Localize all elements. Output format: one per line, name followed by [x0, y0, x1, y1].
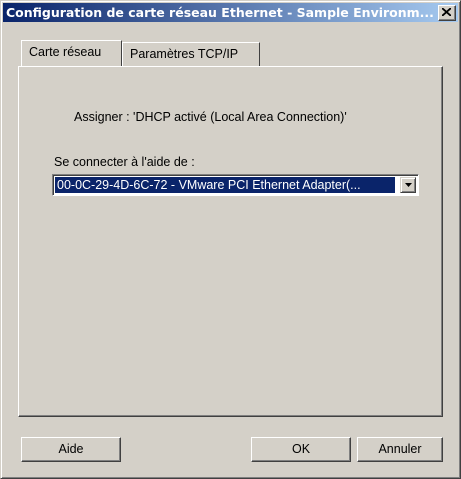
close-button[interactable] [438, 5, 456, 21]
connect-using-label: Se connecter à l'aide de : [54, 155, 195, 169]
tab-panel: Assigner : 'DHCP activé (Local Area Conn… [18, 66, 443, 417]
chevron-down-icon [405, 183, 412, 187]
ok-button[interactable]: OK [251, 437, 351, 462]
cancel-button[interactable]: Annuler [357, 437, 443, 462]
close-icon [442, 8, 451, 16]
adapter-select-value: 00-0C-29-4D-6C-72 - VMware PCI Ethernet … [55, 177, 395, 193]
tab-network-card[interactable]: Carte réseau [21, 40, 122, 66]
dialog-window: Configuration de carte réseau Ethernet -… [0, 0, 461, 479]
assign-text: Assigner : 'DHCP activé (Local Area Conn… [74, 110, 347, 124]
adapter-dropdown-button[interactable] [400, 177, 416, 193]
adapter-select[interactable]: 00-0C-29-4D-6C-72 - VMware PCI Ethernet … [52, 174, 419, 196]
window-title: Configuration de carte réseau Ethernet -… [6, 5, 434, 20]
tab-tcpip-settings-label: Paramètres TCP/IP [130, 47, 239, 61]
help-button[interactable]: Aide [21, 437, 121, 462]
tab-tcpip-settings[interactable]: Paramètres TCP/IP [122, 42, 260, 66]
title-bar[interactable]: Configuration de carte réseau Ethernet -… [3, 3, 458, 22]
tab-network-card-label: Carte réseau [29, 45, 102, 59]
